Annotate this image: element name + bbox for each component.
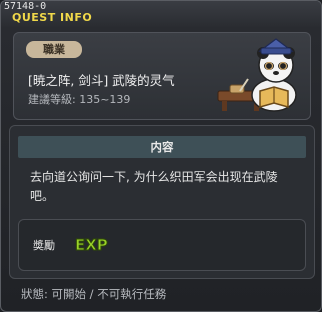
exp-text: EXP (75, 236, 108, 254)
window-title: QUEST INFO (12, 11, 93, 24)
content-header: 内容 (18, 136, 306, 158)
reward-box: 奬勵 EXP (18, 219, 306, 271)
recommended-level: 建議等級: 135~139 (28, 93, 131, 106)
title-bar[interactable]: 57148-0 QUEST INFO (1, 1, 321, 27)
reward-label: 奬勵 (33, 239, 55, 252)
quest-name: [暁之阵, 剑斗] 武陵的灵气 (28, 73, 175, 88)
quest-summary-panel: 職業 [暁之阵, 剑斗] 武陵的灵气 建議等級: 135~139 (13, 32, 311, 120)
exp-icon: EXP (75, 236, 109, 255)
job-badge: 職業 (26, 41, 82, 58)
panda-npc-icon (217, 38, 297, 112)
quest-description: 去向道公询问一下, 为什么织田军会出现在武陵吧。 (30, 170, 278, 203)
quest-status: 狀態: 可開始 / 不可執行任務 (21, 287, 167, 301)
quest-info-window: 57148-0 QUEST INFO 職業 [暁之阵, 剑斗] 武陵的灵气 建議… (0, 0, 322, 312)
content-panel: 内容 去向道公询问一下, 为什么织田军会出现在武陵吧。 奬勵 EXP (9, 125, 315, 279)
